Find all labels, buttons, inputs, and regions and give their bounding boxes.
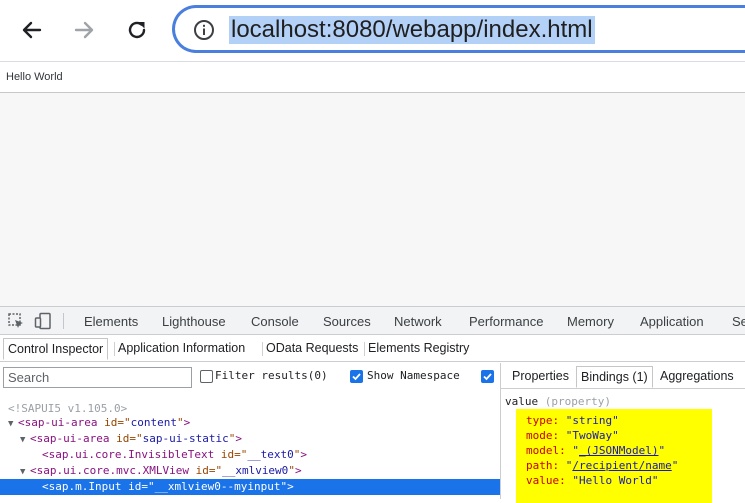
address-bar[interactable]: localhost:8080/webapp/index.html (172, 5, 745, 53)
web-page: Hello World (0, 63, 745, 306)
binding-value-row: value: "Hello World" (526, 474, 659, 487)
binding-mode-row: mode: "TwoWay" (526, 429, 619, 442)
tree-row[interactable]: <sap.ui.core.InvisibleText id="__text0"> (0, 447, 500, 463)
control-tree: <!SAPUI5 v1.105.0> ▼ <sap-ui-area id="con… (0, 393, 500, 499)
extra-option-checkbox[interactable] (481, 370, 494, 383)
inspect-element-icon[interactable] (7, 312, 25, 330)
binding-details: type: "string" mode: "TwoWay" model: "_(… (526, 413, 678, 488)
path-link[interactable]: /recipient/name (572, 459, 671, 472)
search-input[interactable] (3, 367, 192, 388)
page-header: Hello World (0, 63, 745, 93)
tab-elements[interactable]: Elements (84, 314, 138, 329)
forward-button[interactable] (66, 12, 102, 48)
back-button[interactable] (14, 12, 50, 48)
expand-triangle-icon[interactable]: ▼ (20, 464, 30, 480)
details-tab-bar: Properties Bindings (1) Aggregations (501, 363, 745, 389)
checkmark-icon (483, 373, 492, 381)
tab-application[interactable]: Application (640, 314, 704, 329)
tree-row-selected[interactable]: <sap.m.Input id="__xmlview0--myinput"> (0, 479, 500, 495)
binding-model-row: model: "_(JSONModel)" (526, 444, 666, 457)
show-namespace-checkbox[interactable] (350, 370, 363, 383)
filter-results-checkbox[interactable] (200, 370, 213, 383)
expand-triangle-icon[interactable]: ▼ (20, 432, 30, 448)
arrow-left-icon (22, 21, 42, 39)
show-namespace-label: Show Namespace (367, 369, 460, 382)
arrow-right-icon (74, 21, 94, 39)
binding-type-row: type: "string" (526, 414, 619, 427)
url-text[interactable]: localhost:8080/webapp/index.html (229, 16, 595, 44)
hello-world-text: Hello World (6, 71, 63, 83)
tab-properties[interactable]: Properties (508, 366, 573, 388)
tab-application-information[interactable]: Application Information (114, 338, 249, 360)
reload-icon (128, 21, 146, 39)
model-link[interactable]: _(JSONModel) (579, 444, 658, 457)
tree-row[interactable]: ▼ <sap-ui-area id="sap-ui-static"> (0, 431, 500, 447)
tab-aggregations[interactable]: Aggregations (656, 366, 738, 388)
devtools-tab-bar: Elements Lighthouse Console Sources Netw… (0, 307, 745, 335)
tab-control-inspector[interactable]: Control Inspector (3, 338, 109, 360)
tab-elements-registry[interactable]: Elements Registry (364, 338, 473, 360)
device-toolbar-icon[interactable] (34, 312, 52, 330)
ui5-inspector-tab-bar: Control Inspector Application Informatio… (0, 336, 745, 362)
tree-filter-bar: Filter results(0) Show Namespace (0, 363, 500, 393)
tree-row[interactable]: ▼ <sap-ui-area id="content"> (0, 415, 500, 431)
tab-memory[interactable]: Memory (567, 314, 614, 329)
tab-console[interactable]: Console (251, 314, 299, 329)
tab-security[interactable]: Se (732, 314, 745, 329)
reload-button[interactable] (119, 12, 155, 48)
filter-results-label: Filter results(0) (215, 369, 328, 382)
details-panel: Properties Bindings (1) Aggregations val… (500, 363, 745, 503)
tab-lighthouse[interactable]: Lighthouse (162, 314, 226, 329)
checkmark-icon (352, 373, 361, 381)
tab-bindings[interactable]: Bindings (1) (576, 366, 653, 388)
browser-toolbar: localhost:8080/webapp/index.html (0, 0, 745, 62)
binding-path-row: path: "/recipient/name" (526, 459, 679, 472)
info-icon[interactable] (193, 19, 215, 41)
tab-network[interactable]: Network (394, 314, 442, 329)
tab-odata-requests[interactable]: OData Requests (262, 338, 362, 360)
devtools-panel: Elements Lighthouse Console Sources Netw… (0, 306, 745, 503)
expand-triangle-icon[interactable]: ▼ (8, 416, 18, 432)
tab-sources[interactable]: Sources (323, 314, 371, 329)
tab-performance[interactable]: Performance (469, 314, 543, 329)
toolbar-divider (63, 313, 64, 329)
binding-property-header: value (property) (505, 395, 611, 408)
tree-row[interactable]: ▼ <sap.ui.core.mvc.XMLView id="__xmlview0… (0, 463, 500, 479)
